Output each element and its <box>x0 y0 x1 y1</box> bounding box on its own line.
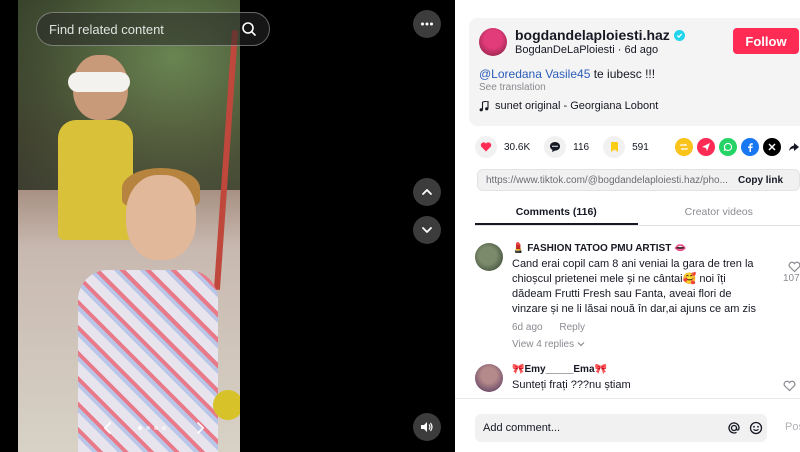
comment-meta: 6d ago Reply <box>512 322 762 333</box>
comment-composer: Add comment... Pos <box>455 398 800 452</box>
search-placeholder: Find related content <box>49 21 164 37</box>
like-count: 30.6K <box>504 141 531 153</box>
view-replies-button[interactable]: View 4 replies <box>512 339 762 350</box>
separator-dot: · <box>617 44 622 56</box>
author-display-name: BogdanDeLaPloiesti <box>515 44 615 56</box>
comment-time: 6d ago <box>512 322 543 333</box>
tab-creator-videos[interactable]: Creator videos <box>638 198 800 225</box>
repost-icon[interactable] <box>675 138 693 156</box>
send-icon[interactable] <box>697 138 715 156</box>
emoji-icon[interactable] <box>745 421 767 435</box>
tiktok-photo-view: Find related content bogdandelaploiesti.… <box>0 0 800 452</box>
save-count: 591 <box>632 141 649 153</box>
comment-icon <box>550 142 561 152</box>
caption-mention[interactable]: @Loredana Vasile45 <box>479 67 590 81</box>
engagement-stats: 30.6K 116 591 <box>475 136 663 158</box>
x-icon[interactable] <box>763 138 781 156</box>
copy-link-button[interactable]: Copy link <box>738 175 783 186</box>
music-title: sunet original - Georgiana Lobont <box>495 100 659 112</box>
carousel-indicator <box>138 426 166 430</box>
speaker-icon <box>421 422 433 432</box>
photo-glasses <box>68 72 130 92</box>
comment-like-count: 1078 <box>783 273 800 284</box>
tab-comments[interactable]: Comments (116) <box>475 198 638 225</box>
see-translation-link[interactable]: See translation <box>479 82 546 93</box>
author-subline: BogdanDeLaPloiesti · 6d ago <box>515 44 658 56</box>
chevron-left-icon <box>104 422 111 434</box>
previous-post-button[interactable] <box>413 178 441 206</box>
view-replies-label: View 4 replies <box>512 339 575 350</box>
media-stage: Find related content <box>0 0 455 452</box>
comment-body: 🎀Emy_____Ema🎀 Sunteți frați ???nu știam <box>512 364 762 393</box>
comment-button[interactable]: 116 <box>544 136 589 158</box>
whatsapp-icon[interactable] <box>719 138 737 156</box>
comment-item: 💄 FASHION TATOO PMU ARTIST 👄 Cand erai c… <box>475 243 800 353</box>
author-username[interactable]: bogdandelaploiesti.haz <box>515 27 670 43</box>
commenter-avatar[interactable] <box>475 243 503 271</box>
share-icons <box>675 138 800 156</box>
carousel-dot[interactable] <box>162 426 166 430</box>
add-comment-input[interactable]: Add comment... <box>475 414 767 442</box>
comment-like-button[interactable]: 1078 <box>783 261 800 284</box>
author-avatar[interactable] <box>479 28 507 56</box>
photo-girl-shirt <box>58 120 133 240</box>
post-comment-button[interactable]: Pos <box>785 421 800 433</box>
add-comment-placeholder: Add comment... <box>483 422 561 434</box>
commenter-name[interactable]: 💄 FASHION TATOO PMU ARTIST 👄 <box>512 243 762 254</box>
photo-ball <box>213 390 240 420</box>
chevron-down-icon <box>422 227 432 233</box>
heart-icon <box>480 142 492 152</box>
save-button[interactable]: 591 <box>603 136 649 158</box>
author-name-row: bogdandelaploiesti.haz <box>515 27 685 43</box>
post-time: 6d ago <box>624 44 659 56</box>
follow-button[interactable]: Follow <box>733 28 799 54</box>
carousel-dot[interactable] <box>154 426 158 430</box>
details-panel: bogdandelaploiesti.haz BogdanDeLaPloiest… <box>455 0 800 452</box>
search-icon[interactable] <box>241 21 257 37</box>
commenter-name[interactable]: 🎀Emy_____Ema🎀 <box>512 364 762 375</box>
share-more-icon[interactable] <box>785 138 800 156</box>
reply-button[interactable]: Reply <box>559 322 585 333</box>
commenter-avatar[interactable] <box>475 364 503 392</box>
carousel-dot[interactable] <box>138 426 142 430</box>
post-url[interactable]: https://www.tiktok.com/@bogdandelaploies… <box>486 175 732 186</box>
carousel-next-button[interactable] <box>190 418 210 438</box>
comment-item: 🎀Emy_____Ema🎀 Sunteți frați ???nu știam <box>475 364 800 398</box>
like-button[interactable]: 30.6K <box>475 136 530 158</box>
photo-child-head <box>126 175 196 260</box>
comment-body: 💄 FASHION TATOO PMU ARTIST 👄 Cand erai c… <box>512 243 762 350</box>
chevron-right-icon <box>197 422 204 434</box>
comment-text: Sunteți frați ???nu știam <box>512 379 631 391</box>
carousel-dot[interactable] <box>146 426 150 430</box>
music-link[interactable]: sunet original - Georgiana Lobont <box>479 100 658 112</box>
carousel-prev-button[interactable] <box>98 418 118 438</box>
verified-icon <box>673 29 685 41</box>
volume-button[interactable] <box>413 413 441 441</box>
related-search-input[interactable]: Find related content <box>36 12 270 46</box>
facebook-icon[interactable] <box>741 138 759 156</box>
next-post-button[interactable] <box>413 216 441 244</box>
more-icon <box>421 22 433 26</box>
mention-icon[interactable] <box>723 421 745 435</box>
post-caption: @Loredana Vasile45 te iubesc !!! <box>479 67 655 81</box>
bookmark-icon <box>610 142 618 152</box>
comment-like-button[interactable] <box>783 380 796 392</box>
panel-tabs: Comments (116) Creator videos <box>475 198 800 226</box>
author-card: bogdandelaploiesti.haz BogdanDeLaPloiest… <box>469 18 800 126</box>
music-note-icon <box>479 100 489 111</box>
chevron-up-icon <box>422 189 432 195</box>
more-options-button[interactable] <box>413 10 441 38</box>
post-photo[interactable] <box>18 0 240 452</box>
heart-outline-icon <box>783 380 796 392</box>
comment-text: Cand erai copil cam 8 ani veniai la gara… <box>512 258 756 315</box>
comment-count: 116 <box>573 141 590 153</box>
caption-text: te iubesc !!! <box>590 67 656 81</box>
post-link-box: https://www.tiktok.com/@bogdandelaploies… <box>477 169 800 191</box>
chevron-down-icon <box>577 342 585 347</box>
heart-outline-icon <box>788 261 800 273</box>
